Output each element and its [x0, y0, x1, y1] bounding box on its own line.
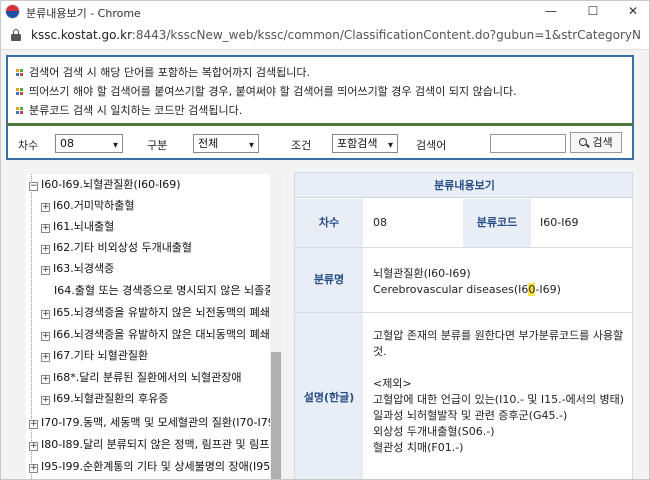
expand-toggle-icon[interactable]: + — [29, 420, 38, 429]
search-icon — [579, 138, 588, 146]
expand-toggle-icon[interactable]: + — [41, 332, 50, 341]
expand-toggle-icon[interactable]: + — [29, 442, 38, 451]
chevron-down-icon: ▾ — [387, 140, 393, 151]
gubun-label: 구분 — [147, 139, 168, 152]
close-window-button[interactable]: ✕ — [613, 1, 650, 23]
expand-toggle-icon[interactable]: + — [41, 310, 50, 319]
condition-label: 조건 — [291, 139, 312, 152]
page-content: 검색어 검색 시 해당 단어를 포함하는 복합어까지 검색됩니다. 띄어쓰기 해… — [0, 49, 650, 480]
tree-node[interactable]: + I95-I99.순환계통의 기타 및 상세불명의 장애(I95-I — [29, 457, 277, 477]
url-host: kssc.kostat.go.kr — [31, 28, 132, 42]
notice-item: 분류코드 검색 시 일치하는 코드만 검색됩니다. — [16, 101, 632, 120]
chevron-down-icon: ▾ — [248, 140, 254, 151]
detail-panel: 분류내용보기 차수 08 분류코드 I60-I69 분류명 뇌혈관질환(I60-… — [294, 172, 633, 479]
description-text: 고혈압 존재의 분류를 원한다면 부가분류코드를 사용할 것. <제외> 고혈압… — [373, 329, 625, 454]
expand-toggle-icon[interactable]: + — [41, 266, 50, 275]
url-text[interactable]: kssc.kostat.go.kr:8443/ksscNew_web/kssc/… — [31, 28, 641, 42]
expand-toggle-icon[interactable]: + — [41, 396, 50, 405]
scrollbar-thumb[interactable] — [271, 352, 281, 479]
expand-toggle-icon[interactable]: + — [41, 224, 50, 233]
chevron-down-icon: ▾ — [112, 140, 118, 151]
name-label-cell: 분류명 — [295, 248, 363, 312]
taegeuk-favicon-icon — [5, 4, 20, 19]
window-titlebar: 분류내용보기 - Chrome — ☐ ✕ — [0, 0, 650, 22]
tree-node[interactable]: + I66.뇌경색증을 유발하지 않은 대뇌동맥의 폐쇄 — [41, 325, 270, 345]
notice-item: 검색어 검색 시 해당 단어를 포함하는 복합어까지 검색됩니다. — [16, 63, 632, 82]
address-bar[interactable]: kssc.kostat.go.kr:8443/ksscNew_web/kssc/… — [0, 22, 650, 49]
bullet-icon — [16, 87, 24, 96]
search-button[interactable]: 검색 — [570, 132, 622, 153]
tree-node[interactable]: + I61.뇌내출혈 — [41, 217, 114, 237]
keyword-input[interactable] — [490, 134, 566, 153]
minimize-button[interactable]: — — [531, 1, 571, 23]
expand-toggle-icon[interactable]: + — [29, 464, 38, 473]
chasu-label-cell: 차수 — [295, 199, 363, 247]
chasu-value: 08 — [373, 216, 387, 229]
tree-node[interactable]: + I67.기타 뇌혈관질환 — [41, 346, 148, 366]
window-title: 분류내용보기 - Chrome — [26, 7, 141, 20]
search-notice-box: 검색어 검색 시 해당 단어를 포함하는 복합어까지 검색됩니다. 띄어쓰기 해… — [6, 55, 634, 123]
classification-tree: − I60-I69.뇌혈관질환(I60-I69) + I60.거미막하출혈 + I61… — [26, 174, 282, 479]
expand-toggle-icon[interactable]: + — [41, 375, 50, 384]
tree-node[interactable]: + I60.거미막하출혈 — [41, 196, 134, 216]
tree-node[interactable]: + I63.뇌경색증 — [41, 259, 114, 279]
tree-node[interactable]: + I65.뇌경색증을 유발하지 않은 뇌전동맥의 폐쇄 — [41, 303, 270, 323]
desc-label-cell: 설명(한글) — [295, 313, 363, 479]
keyword-label: 검색어 — [416, 139, 447, 152]
name-english: Cerebrovascular diseases(I60-I69) — [373, 283, 561, 296]
tree-node[interactable]: + I80-I89.달리 분류되지 않은 정맥, 림프관 및 림프절 — [29, 435, 279, 455]
code-label-cell: 분류코드 — [463, 199, 531, 247]
chasu-select[interactable]: 08 ▾ — [55, 134, 123, 153]
name-korean: 뇌혈관질환(I60-I69) — [373, 267, 471, 280]
tree-node[interactable]: − I60-I69.뇌혈관질환(I60-I69) — [29, 175, 181, 195]
detail-header: 분류내용보기 — [295, 173, 632, 198]
tree-node[interactable]: + I70-I79.동맥, 세동맥 및 모세혈관의 질환(I70-I79) — [29, 413, 279, 433]
tree-node[interactable]: + I68*.달리 분류된 질환에서의 뇌혈관장애 — [41, 368, 242, 388]
tree-node[interactable]: + I69.뇌혈관질환의 후유증 — [41, 389, 168, 409]
lock-icon — [11, 29, 21, 41]
gubun-select[interactable]: 전체 ▾ — [193, 134, 259, 153]
url-path: :8443/ksscNew_web/kssc/common/Classifica… — [131, 28, 641, 42]
chasu-label: 차수 — [18, 139, 39, 152]
expand-toggle-icon[interactable]: + — [41, 203, 50, 212]
tree-node[interactable]: I64.출혈 또는 경색증으로 명시되지 않은 뇌졸중 — [54, 281, 274, 301]
bullet-icon — [16, 106, 24, 115]
bullet-icon — [16, 68, 24, 77]
notice-item: 띄어쓰기 해야 할 검색어를 붙여쓰기할 경우, 붙여써야 할 검색어를 띄어쓰… — [16, 82, 632, 101]
expand-toggle-icon[interactable]: + — [41, 353, 50, 362]
tree-scrollbar[interactable] — [270, 174, 282, 479]
maximize-button[interactable]: ☐ — [573, 1, 613, 23]
search-bar: 차수 08 ▾ 구분 전체 ▾ 조건 포함검색 ▾ 검색어 검색 — [6, 123, 634, 160]
tree-node[interactable]: + I62.기타 비외상성 두개내출혈 — [41, 238, 192, 258]
expand-toggle-icon[interactable]: + — [41, 245, 50, 254]
condition-select[interactable]: 포함검색 ▾ — [332, 134, 398, 153]
collapse-toggle-icon[interactable]: − — [29, 182, 38, 191]
code-value: I60-I69 — [540, 216, 579, 229]
